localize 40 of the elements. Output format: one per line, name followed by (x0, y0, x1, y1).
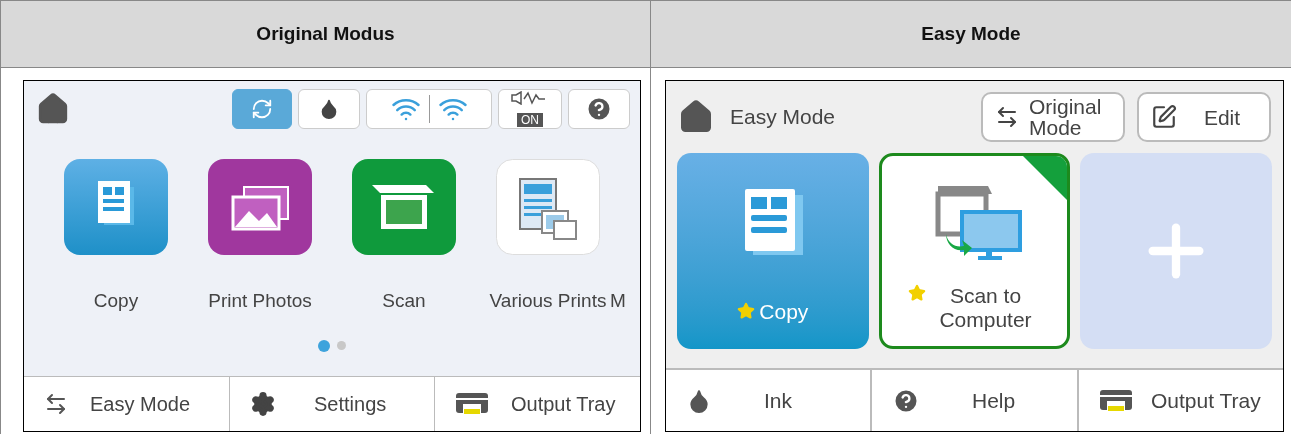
tile-label: Copy (759, 298, 809, 325)
tray-icon (455, 392, 489, 417)
add-tile-button[interactable] (1080, 153, 1272, 349)
sound-on-label: ON (517, 112, 543, 127)
app-label: Copy (93, 288, 139, 313)
mode-switch-button[interactable]: Original Mode (981, 92, 1125, 142)
app-label: Print Photos (208, 288, 312, 313)
home-icon[interactable] (678, 99, 714, 135)
app-label: Various Prints (489, 288, 607, 313)
settings-icon (250, 391, 276, 418)
edit-icon (1151, 104, 1177, 130)
column-header: Original Modus (1, 1, 651, 68)
screen-title: Easy Mode (730, 104, 836, 131)
column-header: Easy Mode (651, 1, 1291, 68)
bottom-bar-button[interactable]: Output Tray (435, 377, 640, 431)
selected-corner-icon (1023, 156, 1068, 200)
bottom-bar-button[interactable]: Easy Mode (24, 377, 230, 431)
wifi-status-button[interactable] (366, 88, 492, 129)
home-icon[interactable] (36, 91, 70, 126)
swap-arrows-icon (995, 105, 1019, 129)
scan-to-computer-tile[interactable]: Scan to Computer (878, 153, 1071, 349)
swap-arrows-icon (44, 392, 68, 417)
sound-status-button[interactable]: ON (498, 88, 562, 129)
app-label: Scan (382, 288, 426, 313)
document-photos-app-icon[interactable] (496, 158, 600, 255)
bottom-bar-button[interactable]: Help (872, 370, 1079, 431)
sync-status-button[interactable] (232, 88, 292, 129)
edit-button[interactable]: Edit (1137, 92, 1271, 142)
ink-status-button[interactable] (298, 88, 360, 129)
app-label: M (610, 288, 626, 313)
bottom-bar-button[interactable]: Settings (230, 377, 435, 431)
scanner-app-icon[interactable] (352, 158, 456, 255)
tray-icon (1099, 388, 1133, 413)
sync-icon (251, 97, 273, 120)
photo-gallery-app-icon[interactable] (208, 158, 312, 255)
bottom-bar-button[interactable]: Ink (666, 370, 872, 431)
help-status-button[interactable] (568, 88, 630, 129)
tile-label: Scan to Computer (938, 284, 1033, 332)
bottom-bar-button[interactable]: Output Tray (1079, 370, 1283, 431)
copy-app-icon[interactable] (64, 158, 168, 255)
